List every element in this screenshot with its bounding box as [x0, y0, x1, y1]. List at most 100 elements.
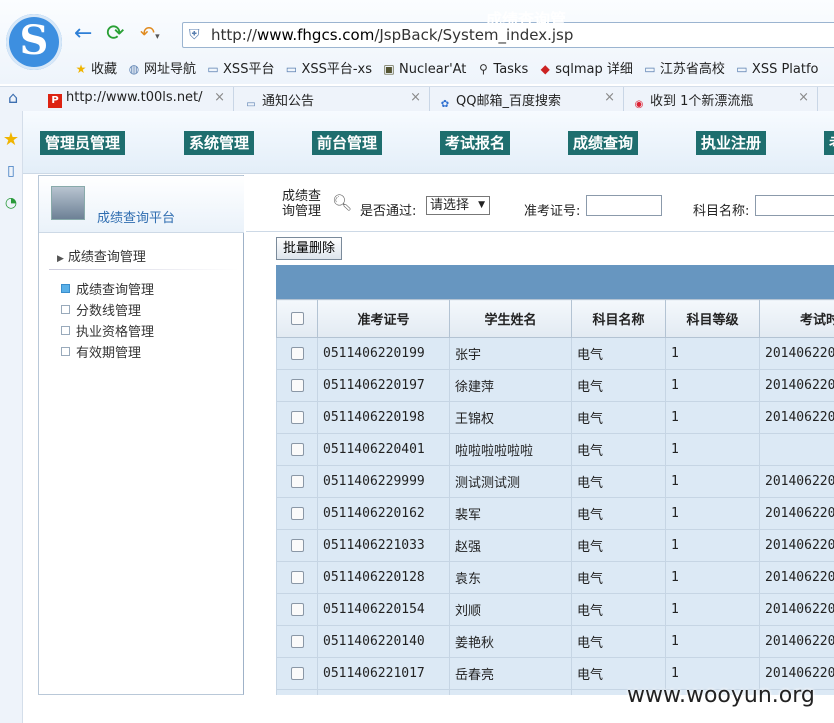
bookmark-item[interactable]: ▣ Nuclear'At — [382, 62, 466, 77]
cell-exam-no: 0511406220125 — [317, 689, 450, 695]
row-select-cell[interactable] — [276, 529, 318, 562]
row-checkbox[interactable] — [290, 411, 304, 424]
table-row[interactable]: 0511406220140姜艳秋电气120140622083 — [276, 625, 834, 658]
p-icon: P — [48, 94, 62, 108]
bookmark-item[interactable]: ▭ XSS Platfo — [735, 62, 819, 77]
cell-subject: 电气 — [571, 369, 666, 402]
undo-icon[interactable]: ↶▾ — [140, 22, 160, 49]
row-checkbox[interactable] — [290, 667, 304, 680]
row-select-cell[interactable] — [276, 625, 318, 658]
cell-level: 1 — [665, 593, 760, 626]
refresh-icon[interactable]: ⟳ — [106, 22, 124, 46]
bookmark-item[interactable]: ▭ XSS平台-xs — [284, 58, 372, 77]
row-checkbox[interactable] — [290, 507, 304, 520]
row-select-cell[interactable] — [276, 433, 318, 466]
bookmark-item[interactable]: ★ 收藏 — [74, 58, 117, 77]
table-row[interactable]: 0511406220197徐建萍电气120140622083 — [276, 369, 834, 402]
filter-bar: 成绩查询管理 🔍︎ 是否通过: 请选择 ▼ 准考证号: 科目名称: — [246, 175, 834, 232]
divider — [49, 269, 239, 270]
row-checkbox[interactable] — [290, 443, 304, 456]
search-icon[interactable]: 🔍︎ — [332, 193, 352, 212]
nav-item[interactable]: 成绩查询 — [568, 131, 639, 155]
browser-tab[interactable]: ▭ 通知公告 × — [236, 87, 430, 111]
subject-label: 科目名称: — [693, 204, 750, 219]
row-select-cell[interactable] — [276, 401, 318, 434]
square-bullet-icon — [61, 326, 70, 335]
tablet-icon[interactable]: ▯ — [0, 163, 22, 179]
nav-item[interactable]: 考试报名 — [440, 131, 511, 155]
table-row[interactable]: 0511406221033赵强电气120140622083 — [276, 529, 834, 562]
sidebar-item[interactable]: 执业资格管理 — [61, 321, 154, 340]
nav-item[interactable]: 系统管理 — [184, 131, 255, 155]
row-select-cell[interactable] — [276, 337, 318, 370]
nav-item[interactable]: 考 — [824, 131, 834, 155]
bookmark-item[interactable]: ◆ sqlmap 详细 — [538, 58, 633, 77]
select-all-checkbox[interactable] — [290, 312, 304, 325]
table-row[interactable]: 0511406229999测试测试测电气120140622083 — [276, 465, 834, 498]
nav-item[interactable]: 执业注册 — [696, 131, 767, 155]
sidebar-item[interactable]: 分数线管理 — [61, 300, 141, 319]
sidebar-item-label: 成绩查询管理 — [76, 283, 155, 298]
table-row[interactable]: 0511406220401 啦啦啦啦啦啦 电气 1 — [276, 433, 834, 466]
close-icon[interactable]: × — [410, 90, 421, 105]
pass-select[interactable]: 请选择 ▼ — [426, 196, 490, 215]
row-select-cell[interactable] — [276, 657, 318, 690]
close-icon[interactable]: × — [214, 90, 225, 105]
sidebar-item-label: 执业资格管理 — [76, 325, 155, 340]
cell-exam-time — [759, 433, 834, 466]
sidebar-title: 成绩查询平台 — [97, 211, 176, 226]
bookmark-item[interactable]: ◍ 网址导航 — [127, 58, 196, 77]
home-icon[interactable]: ⌂ — [8, 88, 18, 107]
row-checkbox[interactable] — [290, 603, 304, 616]
table-row[interactable]: 0511406220198王锦权电气120140622083 — [276, 401, 834, 434]
table-row[interactable]: 0511406220128袁东电气120140622083 — [276, 561, 834, 594]
sidebar-item[interactable]: 成绩查询管理 — [61, 279, 154, 298]
browser-tab[interactable]: ◉ 收到 1个新漂流瓶 × — [624, 87, 818, 111]
cell-subject: 电气 — [571, 593, 666, 626]
batch-delete-button[interactable]: 批量删除 — [276, 237, 343, 260]
cell-subject: 电气 — [571, 337, 666, 370]
bookmark-item[interactable]: ▭ 江苏省高校 — [643, 58, 725, 77]
row-select-cell[interactable] — [276, 593, 318, 626]
row-select-cell[interactable] — [276, 369, 318, 402]
cell-exam-time: 20140622083 — [759, 497, 834, 530]
row-select-cell[interactable] — [276, 561, 318, 594]
row-checkbox[interactable] — [290, 379, 304, 392]
table-row[interactable]: 0511406220154刘顺电气120140622083 — [276, 593, 834, 626]
close-icon[interactable]: × — [798, 90, 809, 105]
sidebar-group[interactable]: ▶ 成绩查询管理 — [57, 246, 146, 265]
nav-item[interactable]: 管理员管理 — [40, 131, 126, 155]
cell-level: 1 — [665, 497, 760, 530]
browser-tab[interactable]: ✿ QQ邮箱_百度搜索 × — [430, 87, 624, 111]
clock-icon[interactable]: ◔ — [0, 195, 22, 211]
exam-no-input[interactable] — [586, 195, 662, 216]
square-bullet-icon — [61, 347, 70, 356]
row-checkbox[interactable] — [290, 635, 304, 648]
row-checkbox[interactable] — [290, 347, 304, 360]
col-level: 科目等级 — [665, 299, 760, 338]
cell-exam-time: 20140622083 — [759, 465, 834, 498]
shield-icon: ⛨ — [189, 27, 200, 43]
back-arrow-icon[interactable]: ← — [74, 22, 92, 46]
table-row[interactable]: 0511406220162裴军电气120140622083 — [276, 497, 834, 530]
cell-exam-no: 0511406220154 — [317, 593, 450, 626]
bookmark-label: XSS Platfo — [751, 62, 819, 77]
close-icon[interactable]: × — [604, 90, 615, 105]
table-row[interactable]: 0511406220199张宇电气120140622083 — [276, 337, 834, 370]
bookmark-item[interactable]: ⚲ Tasks — [476, 62, 528, 77]
row-checkbox[interactable] — [290, 475, 304, 488]
select-all-cell[interactable] — [276, 299, 318, 338]
row-select-cell[interactable] — [276, 465, 318, 498]
cell-student-name: 测试测试测 — [449, 465, 572, 498]
row-checkbox[interactable] — [290, 539, 304, 552]
bookmark-item[interactable]: ▭ XSS平台 — [206, 58, 274, 77]
browser-tab[interactable]: Phttp://www.t00ls.net/ × — [40, 87, 234, 111]
row-checkbox[interactable] — [290, 571, 304, 584]
sidebar-item[interactable]: 有效期管理 — [61, 342, 141, 361]
subject-input[interactable] — [755, 195, 834, 216]
star-icon[interactable]: ★ — [0, 129, 22, 150]
row-select-cell[interactable] — [276, 689, 318, 695]
col-exam-time: 考试时 — [759, 299, 834, 338]
nav-item[interactable]: 前台管理 — [312, 131, 383, 155]
row-select-cell[interactable] — [276, 497, 318, 530]
